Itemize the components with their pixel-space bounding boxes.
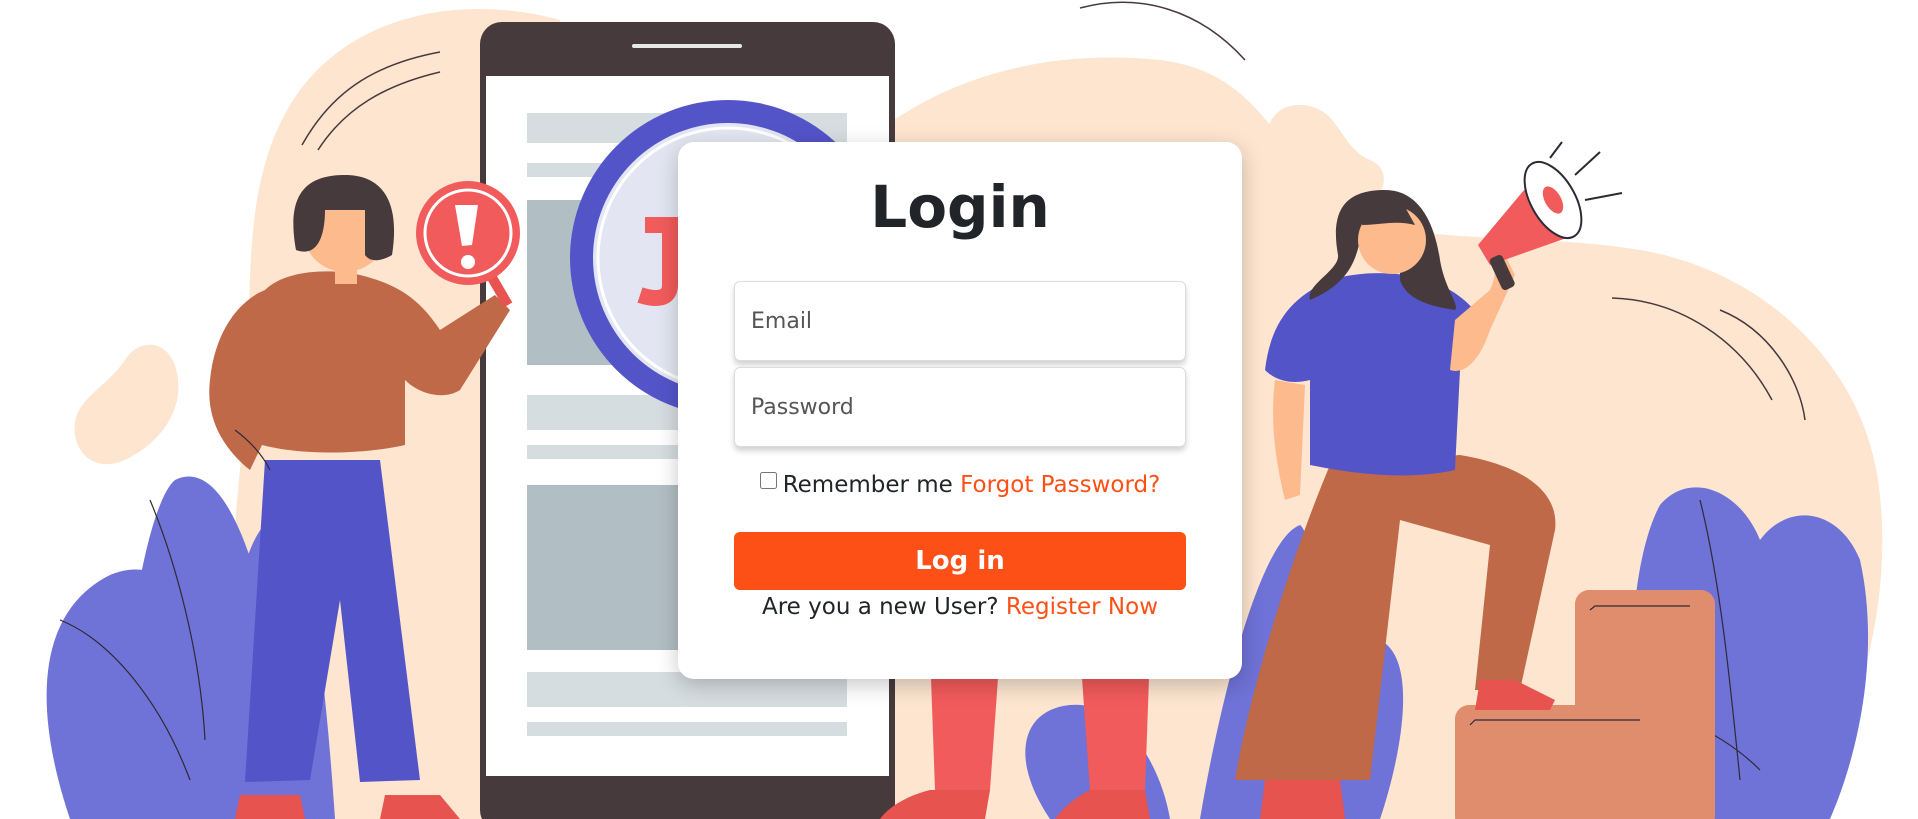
background-blob-small bbox=[74, 344, 179, 465]
forgot-password-link[interactable]: Forgot Password? bbox=[960, 472, 1160, 498]
login-card: Login Remember me Forgot Password? Log i… bbox=[678, 142, 1242, 679]
remember-me-label: Remember me bbox=[782, 472, 953, 498]
password-field[interactable] bbox=[734, 367, 1186, 447]
login-button[interactable]: Log in bbox=[734, 532, 1186, 590]
page-title: Login bbox=[870, 173, 1050, 241]
remember-row: Remember me Forgot Password? bbox=[678, 472, 1242, 498]
register-now-link[interactable]: Register Now bbox=[1006, 594, 1158, 620]
register-row: Are you a new User? Register Now bbox=[678, 594, 1242, 620]
email-field[interactable] bbox=[734, 281, 1186, 361]
remember-me-checkbox[interactable] bbox=[759, 472, 777, 489]
new-user-text: Are you a new User? bbox=[761, 594, 999, 620]
